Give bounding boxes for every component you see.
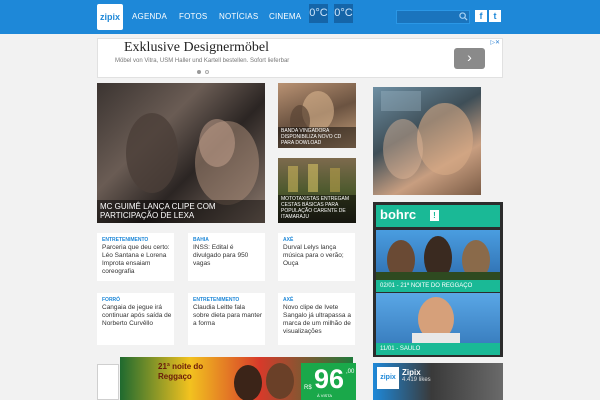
nav-fotos[interactable]: FOTOS xyxy=(179,12,207,21)
twitter-icon[interactable]: t xyxy=(489,10,501,22)
bohr-event-label-2[interactable]: 11/01 - SAULO xyxy=(376,343,500,355)
temperature-widget-2: 0°C xyxy=(334,4,353,23)
right-photo-art xyxy=(381,91,473,179)
side-feature-1-caption[interactable]: BANDA VINGADORA DISPONIBILIZA NOVO CD PA… xyxy=(278,127,356,148)
card-headline[interactable]: Durval Lelys lança música para o verão; … xyxy=(283,244,353,268)
ad-dot-active[interactable] xyxy=(197,70,201,74)
price-note: À VISTA xyxy=(317,393,333,398)
nav-agenda[interactable]: AGENDA xyxy=(132,12,167,21)
side-feature-2-caption[interactable]: MOTOTAXISTAS ENTREGAM CESTAS BÁSICAS PAR… xyxy=(278,195,356,223)
card-headline[interactable]: Claudia Leitte fala sobre dieta para man… xyxy=(193,304,263,328)
bohr-photo-1-art xyxy=(376,236,500,280)
main-feature-article[interactable]: MC GUIMÊ LANÇA CLIPE COM PARTICIPAÇÃO DE… xyxy=(97,83,265,223)
news-card[interactable]: FORRÓ Cangaia de jegue irá continuar apó… xyxy=(97,293,174,345)
price-cents: ,00 xyxy=(346,369,355,375)
right-feature-photo[interactable] xyxy=(373,87,481,195)
side-feature-1[interactable]: BANDA VINGADORA DISPONIBILIZA NOVO CD PA… xyxy=(278,83,356,148)
zipix-box-likes: 4.419 likes xyxy=(402,377,431,383)
top-navigation-bar: zipix AGENDA FOTOS NOTÍCIAS CINEMA 0°C 0… xyxy=(0,0,600,34)
card-headline[interactable]: INSS: Edital é divulgado para 950 vagas xyxy=(193,244,263,268)
temperature-widget-1: 0°C xyxy=(309,4,328,23)
card-category[interactable]: BAHIA xyxy=(193,237,209,243)
bohr-logo[interactable]: bohrc xyxy=(380,207,416,223)
bohr-event-photo-2[interactable] xyxy=(376,293,500,343)
facebook-icon[interactable]: f xyxy=(475,10,487,22)
card-headline[interactable]: Cangaia de jegue irá continuar após saíd… xyxy=(102,304,172,328)
card-category[interactable]: AXÉ xyxy=(283,297,293,303)
top-advertisement[interactable]: Exklusive Designermöbel Möbel von Vitra,… xyxy=(97,38,503,78)
ad-subtitle: Möbel von Vitra, USM Haller und Kartell … xyxy=(115,58,290,64)
nav-cinema[interactable]: CINEMA xyxy=(269,12,301,21)
side-feature-2[interactable]: MOTOTAXISTAS ENTREGAM CESTAS BÁSICAS PAR… xyxy=(278,158,356,223)
main-feature-caption[interactable]: MC GUIMÊ LANÇA CLIPE COM PARTICIPAÇÃO DE… xyxy=(97,200,265,223)
news-card[interactable]: ENTRETENIMENTO Parceria que deu certo: L… xyxy=(97,233,174,281)
news-card[interactable]: AXÉ Durval Lelys lança música para o ver… xyxy=(278,233,355,281)
price-ad[interactable]: R$ 96 ,00 À VISTA xyxy=(301,363,356,400)
ad-dot[interactable] xyxy=(205,70,209,74)
card-category[interactable]: FORRÓ xyxy=(102,297,120,303)
ad-close-icon[interactable]: ▷✕ xyxy=(490,39,500,46)
bohr-event-photo-1[interactable] xyxy=(376,230,500,280)
zipix-box-logo[interactable]: zipix xyxy=(377,367,399,389)
bohr-header: bohrc ! xyxy=(376,205,500,227)
news-card[interactable]: ENTRETENIMENTO Claudia Leitte fala sobre… xyxy=(188,293,265,345)
bottom-left-thumb[interactable] xyxy=(97,364,119,400)
bohr-photo-2-art xyxy=(412,297,460,343)
bohr-event-label-1[interactable]: 02/01 - 21ª NOITE DO REGGAÇO xyxy=(376,280,500,292)
card-headline[interactable]: Novo clipe de Ivete Sangalo já ultrapass… xyxy=(283,304,353,336)
news-card[interactable]: AXÉ Novo clipe de Ivete Sangalo já ultra… xyxy=(278,293,355,345)
news-card[interactable]: BAHIA INSS: Edital é divulgado para 950 … xyxy=(188,233,265,281)
nav-noticias[interactable]: NOTÍCIAS xyxy=(219,12,258,21)
search-icon[interactable] xyxy=(459,12,468,21)
price-value: 96 xyxy=(314,364,345,394)
card-category[interactable]: ENTRETENIMENTO xyxy=(193,297,239,303)
zipix-logo[interactable]: zipix xyxy=(97,4,123,30)
price-prefix: R$ xyxy=(304,385,312,391)
ad-title[interactable]: Exklusive Designermöbel xyxy=(124,40,269,56)
zipix-facebook-box[interactable]: zipix Zipix 4.419 likes xyxy=(373,363,503,400)
card-category[interactable]: AXÉ xyxy=(283,237,293,243)
card-category[interactable]: ENTRETENIMENTO xyxy=(102,237,148,243)
ad-arrow-button[interactable]: › xyxy=(454,48,485,69)
card-headline[interactable]: Parceria que deu certo: Léo Santana e Lo… xyxy=(102,244,172,276)
bohr-widget: bohrc ! 02/01 - 21ª NOITE DO REGGAÇO 11/… xyxy=(373,202,503,357)
bohr-badge: ! xyxy=(430,210,439,221)
